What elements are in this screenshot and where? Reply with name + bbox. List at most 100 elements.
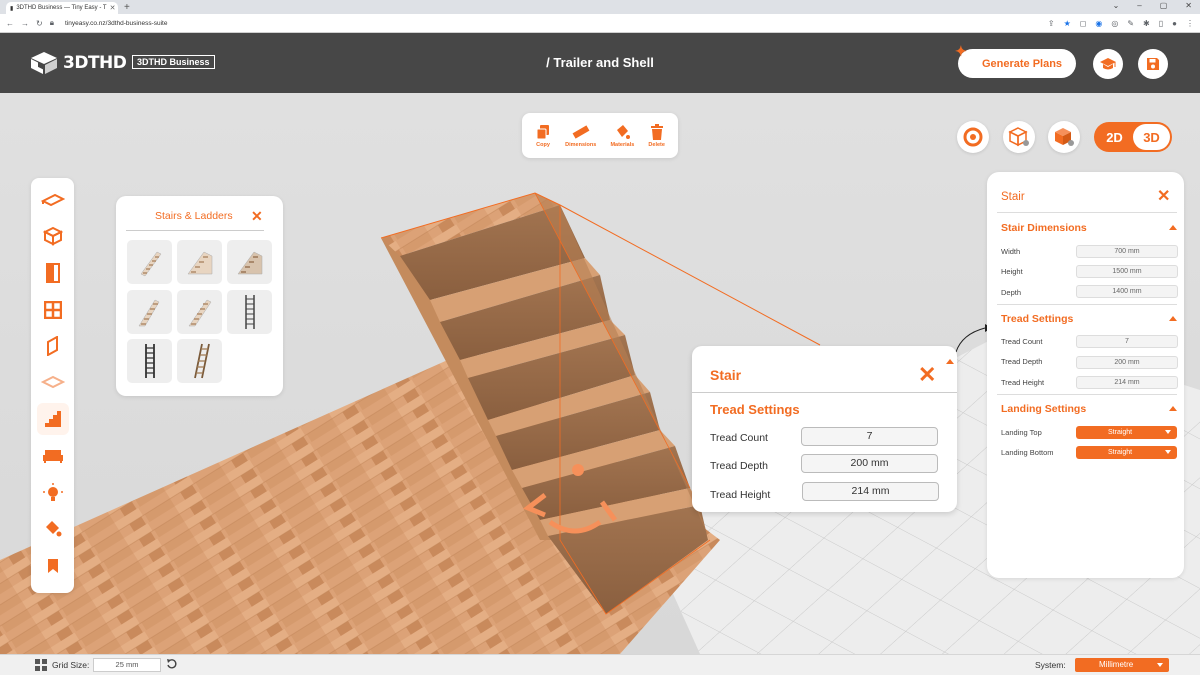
closed-stair-thumbnail-icon (187, 251, 212, 275)
sidebar-item-paint[interactable] (37, 513, 69, 545)
bookmark-star-icon[interactable]: ★ (1064, 19, 1071, 28)
door-icon (46, 263, 60, 283)
sidebar-item-stairs[interactable] (37, 403, 69, 435)
new-tab-button[interactable]: + (124, 2, 130, 14)
collapse-caret-icon[interactable] (946, 359, 954, 364)
puzzle-icon[interactable]: ✱ (1143, 19, 1150, 28)
view-3d-option[interactable]: 3D (1133, 124, 1170, 150)
browser-tab[interactable]: ▮ 3DTHD Business — Tiny Easy - T ✕ (6, 2, 118, 14)
tab-search-icon[interactable]: ⌄ (1113, 1, 1120, 10)
generate-plans-button[interactable]: ✦ Generate Plans (955, 43, 1076, 78)
wireframe-view-button[interactable] (1003, 121, 1035, 153)
view-2d-option[interactable]: 2D (1096, 124, 1133, 150)
tutorial-button[interactable] (1093, 49, 1123, 79)
back-icon[interactable]: ← (6, 19, 14, 28)
stair-option[interactable] (127, 290, 172, 334)
app-header: 3DTHD 3DTHD Business / Trailer and Shell… (0, 33, 1200, 93)
stair-option[interactable] (127, 240, 172, 284)
sidebar-item-windows[interactable] (37, 294, 69, 326)
sofa-icon (43, 450, 63, 463)
sidebar-item-trailer[interactable] (37, 184, 69, 216)
url-field[interactable]: tinyeasy.co.nz/3dthd-business-suite (65, 20, 168, 27)
extension-icon[interactable]: ◉ (1095, 19, 1102, 28)
ladder-option[interactable] (227, 290, 272, 334)
landing-top-value: Straight (1108, 429, 1133, 436)
stair-option[interactable] (177, 290, 222, 334)
copy-button[interactable]: Copy (535, 124, 551, 148)
close-icon[interactable]: ✕ (1157, 186, 1170, 206)
tread-settings-heading[interactable]: Tread Settings (1001, 313, 1073, 325)
sidebar-item-floors[interactable] (37, 367, 69, 399)
wooden-ladder-thumbnail-icon (193, 343, 210, 379)
landing-bottom-select[interactable]: Straight (1076, 446, 1177, 459)
dimensions-button[interactable]: Dimensions (565, 124, 596, 148)
ladder-option[interactable] (127, 339, 172, 383)
lock-icon[interactable]: 🔒︎ (50, 18, 54, 28)
divider (692, 392, 957, 393)
tread-count-input[interactable]: 7 (1076, 335, 1178, 348)
close-icon[interactable]: ✕ (251, 208, 263, 225)
popup-section-title: Tread Settings (710, 402, 800, 417)
divider (997, 394, 1177, 395)
reset-icon[interactable] (166, 658, 178, 670)
close-window-icon[interactable]: ✕ (1185, 1, 1192, 10)
collapse-caret-icon[interactable] (1169, 316, 1177, 321)
stair-option[interactable] (177, 240, 222, 284)
height-label: Height (1001, 267, 1023, 276)
tab-close-icon[interactable]: ✕ (110, 4, 116, 12)
depth-input[interactable]: 1400 mm (1076, 285, 1178, 298)
sidebar-item-doors[interactable] (37, 257, 69, 289)
tab-favicon-icon: ▮ (10, 5, 14, 12)
depth-label: Depth (1001, 288, 1022, 297)
save-button[interactable] (1138, 49, 1168, 79)
extension-icon[interactable]: ◻ (1080, 19, 1087, 28)
tread-depth-input[interactable]: 200 mm (1076, 356, 1178, 369)
status-bar: Grid Size: 25 mm System: Millimetre (0, 654, 1200, 675)
delete-button[interactable]: Delete (648, 123, 665, 148)
tread-depth-input[interactable]: 200 mm (801, 454, 938, 473)
menu-icon[interactable]: ⋮ (1186, 19, 1194, 28)
unit-system-select[interactable]: Millimetre (1075, 658, 1169, 672)
landing-top-select[interactable]: Straight (1076, 426, 1177, 439)
tread-count-label: Tread Count (710, 432, 768, 444)
extension-icon[interactable]: ✎ (1127, 19, 1134, 28)
tread-height-input[interactable]: 214 mm (802, 482, 939, 501)
maximize-icon[interactable]: ▢ (1160, 1, 1168, 10)
width-input[interactable]: 700 mm (1076, 245, 1178, 258)
ladder-thumbnail-icon (244, 295, 255, 329)
sidebar-item-furniture[interactable] (37, 440, 69, 472)
profile-icon[interactable]: ● (1172, 19, 1177, 28)
chevron-down-icon (1165, 450, 1171, 454)
tread-height-input[interactable]: 214 mm (1076, 376, 1178, 389)
paint-bucket-icon (46, 521, 62, 537)
minimize-icon[interactable]: – (1137, 1, 1141, 10)
chevron-down-icon (1165, 430, 1171, 434)
extension-icon[interactable]: ◎ (1111, 19, 1118, 28)
grid-size-input[interactable]: 25 mm (93, 658, 161, 672)
ladder-option[interactable] (177, 339, 222, 383)
camera-view-button[interactable] (957, 121, 989, 153)
landing-settings-heading[interactable]: Landing Settings (1001, 403, 1086, 415)
ladder-thumbnail-icon (144, 344, 155, 378)
tread-count-label: Tread Count (1001, 337, 1043, 346)
cube-view-icon (1008, 127, 1029, 147)
sidebar-item-bookmarks[interactable] (37, 550, 69, 582)
collapse-caret-icon[interactable] (1169, 225, 1177, 230)
share-icon[interactable]: ⇪ (1048, 19, 1055, 28)
forward-icon[interactable]: → (21, 19, 29, 28)
height-input[interactable]: 1500 mm (1076, 265, 1178, 278)
sidebar-item-lighting[interactable] (37, 477, 69, 509)
view-mode-toggle[interactable]: 2D 3D (1094, 122, 1172, 152)
solid-view-button[interactable] (1048, 121, 1080, 153)
solid-cube-icon (1055, 128, 1074, 146)
materials-button[interactable]: Materials (610, 124, 634, 148)
sidebar-item-shell[interactable] (37, 220, 69, 252)
sidebar-item-walls[interactable] (37, 330, 69, 362)
collapse-caret-icon[interactable] (1169, 406, 1177, 411)
sidebar-icon[interactable]: ▯ (1159, 19, 1163, 28)
stair-option[interactable] (227, 240, 272, 284)
tread-count-input[interactable]: 7 (801, 427, 938, 446)
stair-dimensions-heading[interactable]: Stair Dimensions (1001, 222, 1087, 234)
reload-icon[interactable]: ↻ (36, 19, 43, 28)
close-icon[interactable]: ✕ (918, 362, 936, 388)
